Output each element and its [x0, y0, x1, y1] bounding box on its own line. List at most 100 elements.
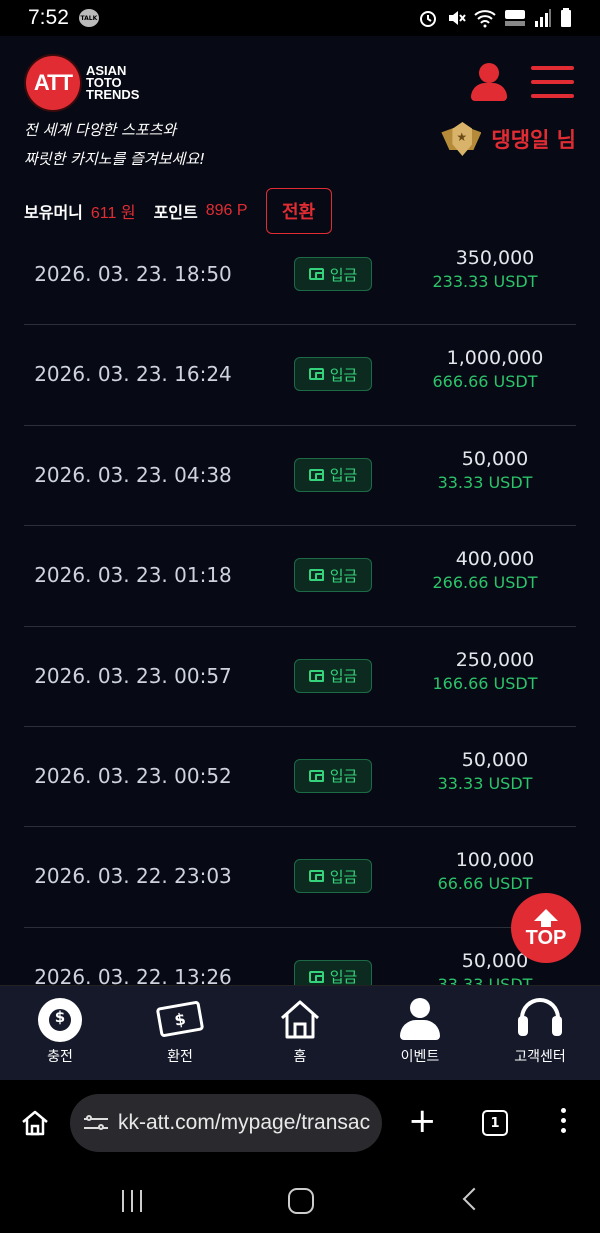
system-home-icon[interactable] — [288, 1188, 314, 1214]
recent-apps-icon[interactable] — [122, 1190, 142, 1212]
mute-icon — [449, 11, 466, 25]
transaction-type: 입금 — [329, 566, 358, 585]
wallet-icon — [308, 970, 324, 983]
transaction-amount: 400,000 266.66 USDT — [394, 548, 576, 592]
user-icon[interactable] — [471, 63, 507, 103]
transaction-row: 2026. 03. 22. 23:03 입금 100,000 66.66 USDT — [24, 827, 576, 928]
header: ATT ASIAN TOTO TRENDS 전 세계 다양한 스포츠와 짜릿한 … — [0, 36, 600, 244]
status-time: 7:52 — [28, 6, 69, 29]
browser-home-icon[interactable] — [20, 1108, 50, 1138]
transaction-amount: 1,000,000 666.66 USDT — [394, 347, 576, 391]
nav-label: 충전 — [47, 1049, 73, 1065]
scroll-top-button[interactable]: TOP — [511, 893, 581, 963]
nav-item-exchange[interactable]: $ 환전 — [120, 986, 240, 1080]
arrow-up-icon — [534, 908, 558, 921]
transaction-type: 입금 — [329, 667, 358, 686]
transaction-datetime: 2026. 03. 22. 23:03 — [34, 864, 232, 889]
amount-usdt: 233.33 USDT — [432, 272, 538, 291]
transaction-row: 2026. 03. 23. 01:18 입금 400,000 266.66 USDT — [24, 526, 576, 627]
status-icons — [418, 8, 572, 28]
nav-item-home[interactable]: 홈 — [240, 986, 360, 1080]
transaction-datetime: 2026. 03. 23. 00:52 — [34, 763, 232, 788]
tagline-line: 전 세계 다양한 스포츠와 — [24, 121, 177, 139]
amount-krw: 250,000 — [455, 648, 535, 671]
amount-krw: 350,000 — [455, 247, 535, 269]
transaction-type: 입금 — [329, 365, 358, 384]
amount-usdt: 33.33 USDT — [437, 472, 533, 492]
transaction-datetime: 2026. 03. 23. 16:24 — [34, 362, 232, 387]
amount-krw: 50,000 — [461, 447, 529, 470]
site-settings-icon[interactable] — [84, 1113, 108, 1133]
logo-line: TRENDS — [86, 87, 140, 102]
transaction-amount: 50,00033.33 USDT — [394, 448, 576, 492]
more-options-icon[interactable] — [561, 1108, 567, 1138]
signal-icon — [535, 9, 551, 27]
headset-icon — [516, 998, 564, 1042]
amount-krw: 100,000 — [455, 849, 535, 872]
amount-krw: 1,000,000 — [446, 347, 544, 370]
wallet-icon — [308, 769, 324, 782]
nav-label: 이벤트 — [400, 1049, 440, 1065]
wallet-icon — [308, 268, 324, 280]
wallet-icon — [308, 569, 324, 582]
status-bar: 7:52 TALK — [0, 0, 600, 36]
rank-badge-icon: ★ — [441, 122, 483, 156]
amount-usdt: 166.66 USDT — [432, 673, 538, 693]
transaction-type: 입금 — [329, 265, 358, 284]
home-icon — [276, 998, 324, 1042]
transaction-type: 입금 — [329, 867, 358, 886]
deposit-badge: 입금 — [294, 859, 372, 894]
transaction-amount: 100,000 66.66 USDT — [394, 849, 576, 893]
new-tab-icon[interactable]: + — [408, 1104, 437, 1138]
nav-item-support[interactable]: 고객센터 — [480, 986, 600, 1080]
transaction-row: 2026. 03. 23. 16:24 입금 1,000,000 666.66 USD… — [24, 325, 576, 426]
browser-toolbar: kk-att.com/mypage/transac + 1 — [0, 1080, 600, 1168]
person-icon — [396, 998, 444, 1042]
nav-label: 고객센터 — [514, 1049, 566, 1065]
wallet-icon — [308, 368, 324, 381]
transaction-amount: 350,000 233.33 USDT — [394, 247, 576, 291]
wallet-icon — [308, 468, 324, 481]
money-value: 611 원 — [90, 205, 136, 222]
deposit-badge: 입금 — [294, 658, 372, 693]
deposit-badge: 입금 — [294, 558, 372, 593]
chip-icon: $ — [36, 998, 84, 1042]
transaction-row: 2026. 03. 23. 18:50 입금 350,000 233.33 USDT — [24, 225, 576, 326]
tab-count-button[interactable]: 1 — [482, 1110, 508, 1136]
nav-item-charge[interactable]: $ 충전 — [0, 986, 120, 1080]
top-label: TOP — [525, 926, 567, 949]
money-label: 보유머니 — [24, 203, 83, 222]
url-bar[interactable]: kk-att.com/mypage/transac — [70, 1094, 382, 1152]
nav-label: 환전 — [167, 1049, 193, 1065]
transaction-list: 2026. 03. 23. 18:50 입금 350,000 233.33 USDT 2… — [24, 225, 576, 1029]
point-label: 포인트 — [153, 203, 198, 222]
amount-usdt: 666.66 USDT — [432, 372, 538, 392]
transaction-row: 2026. 03. 23. 04:38 입금 50,000 33.33 USDT — [24, 426, 576, 527]
logo-mark: ATT — [26, 56, 80, 110]
tagline-line: 짜릿한 카지노를 즐겨보세요! — [24, 150, 206, 168]
transaction-datetime: 2026. 03. 23. 01:18 — [34, 563, 232, 588]
user-nickname[interactable]: ★ 댕댕일 님 — [441, 122, 576, 156]
amount-krw: 400,000 — [455, 548, 535, 571]
amount-usdt: 33.33 USDT — [437, 773, 533, 793]
transaction-datetime: 2026. 03. 23. 04:38 — [34, 462, 232, 487]
nav-item-event[interactable]: 이벤트 — [360, 986, 480, 1080]
nav-label: 홈 — [293, 1049, 307, 1065]
bottom-nav: $ 충전 $ 환전 홈 이벤트 고객센터 — [0, 985, 600, 1080]
transaction-type: 입금 — [329, 767, 358, 786]
deposit-badge: 입금 — [294, 457, 372, 492]
transaction-amount: 250,000 166.66 USDT — [394, 649, 576, 693]
logo[interactable]: ATT ASIAN TOTO TRENDS — [26, 56, 166, 110]
deposit-badge: 입금 — [294, 257, 372, 291]
transaction-amount: 50,00033.33 USDT — [394, 749, 576, 793]
url-text: kk-att.com/mypage/transac — [118, 1111, 371, 1134]
cash-icon: $ — [155, 998, 205, 1042]
tagline: 전 세계 다양한 스포츠와 짜릿한 카지노를 즐겨보세요! — [24, 116, 205, 174]
logo-text: ASIAN TOTO TRENDS — [86, 64, 166, 102]
point-value: 896 P — [205, 202, 248, 219]
amount-usdt: 266.66 USDT — [432, 573, 538, 593]
app-content: ATT ASIAN TOTO TRENDS 전 세계 다양한 스포츠와 짜릿한 … — [0, 36, 600, 1080]
transaction-datetime: 2026. 03. 23. 00:57 — [34, 663, 232, 688]
hamburger-menu-icon[interactable] — [531, 66, 574, 98]
back-icon[interactable] — [462, 1187, 486, 1211]
